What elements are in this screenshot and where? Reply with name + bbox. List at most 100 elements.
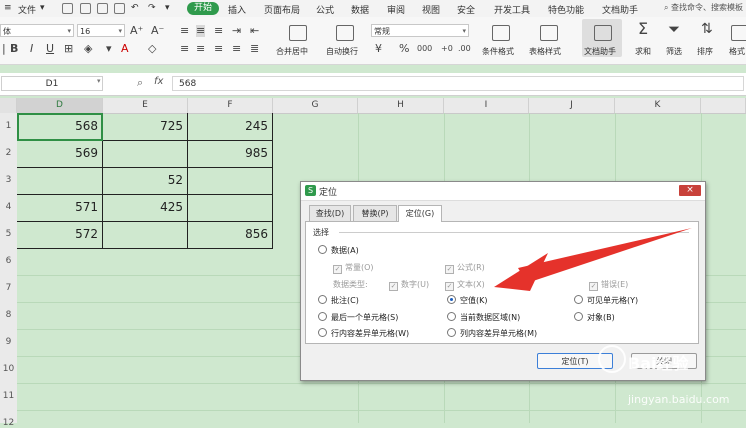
row-header-9[interactable]: 9 xyxy=(0,337,17,347)
print-icon[interactable] xyxy=(97,3,108,14)
column-header-i[interactable]: I xyxy=(444,98,529,113)
hamburger-icon[interactable]: ≡ xyxy=(4,3,12,13)
dialog-titlebar[interactable]: S 定位 × xyxy=(301,182,705,201)
tab-features[interactable]: 特色功能 xyxy=(548,3,584,16)
column-header-k[interactable]: K xyxy=(615,98,701,113)
merge-center-button[interactable]: 合并居中 xyxy=(276,46,308,57)
cell-d4[interactable]: 571 xyxy=(17,194,102,221)
column-header-d[interactable]: D xyxy=(17,98,103,113)
tab-insert[interactable]: 插入 xyxy=(228,3,246,16)
row-header-8[interactable]: 8 xyxy=(0,310,17,320)
italic-icon[interactable]: I xyxy=(30,43,33,55)
format-button[interactable]: 格式 xyxy=(729,46,745,57)
formula-input[interactable]: 568 xyxy=(172,76,744,91)
undo-icon[interactable]: ↶ xyxy=(131,3,139,13)
justify-icon[interactable]: ≡ xyxy=(232,43,241,55)
filter-button[interactable]: 筛选 xyxy=(666,46,682,57)
column-header-g[interactable]: G xyxy=(273,98,358,113)
font-name-combo[interactable]: 体 ▾ xyxy=(0,24,74,37)
name-box[interactable]: D1 xyxy=(1,76,103,91)
redo-icon[interactable]: ↷ xyxy=(148,3,156,13)
outdent-icon[interactable]: ⇤ xyxy=(250,25,259,37)
merge-center-icon[interactable] xyxy=(289,25,307,41)
sort-icon[interactable]: ⇅ xyxy=(701,22,713,36)
thousands-icon[interactable]: 000 xyxy=(417,43,432,55)
row-header-12[interactable]: 12 xyxy=(0,418,17,428)
increase-font-icon[interactable]: A⁺ xyxy=(130,25,143,37)
font-color-icon[interactable]: A xyxy=(121,43,129,55)
preview-icon[interactable] xyxy=(114,3,125,14)
font-size-combo[interactable]: 16 ▾ xyxy=(77,24,125,37)
percent-icon[interactable]: % xyxy=(399,43,409,55)
chevron-down-icon[interactable]: ▾ xyxy=(40,3,45,13)
tab-review[interactable]: 审阅 xyxy=(387,3,405,16)
row-header-5[interactable]: 5 xyxy=(0,229,17,239)
bold-icon[interactable]: B xyxy=(10,43,18,55)
option-visible-cells[interactable]: 可见单元格(Y) xyxy=(574,295,638,306)
number-format-combo[interactable]: 常规 ▾ xyxy=(371,24,469,37)
align-middle-icon[interactable]: ≡ xyxy=(196,25,206,37)
cell-e3[interactable]: 52 xyxy=(102,167,187,194)
table-style-icon[interactable] xyxy=(540,25,558,41)
cell-d1[interactable]: 568 xyxy=(17,113,102,140)
fill-color-icon[interactable]: ◈ xyxy=(84,43,92,55)
tab-find[interactable]: 查找(D) xyxy=(309,205,351,221)
cell-f5[interactable]: 856 xyxy=(187,221,272,248)
cell-d2[interactable]: 569 xyxy=(17,140,102,167)
option-blank[interactable]: 空值(K) xyxy=(447,295,488,306)
command-search[interactable]: ⌕ 查找命令、搜索模板 xyxy=(664,2,746,15)
cell-f2[interactable]: 985 xyxy=(187,140,272,167)
column-header-j[interactable]: J xyxy=(529,98,615,113)
wrap-text-icon[interactable] xyxy=(336,25,354,41)
row-header-1[interactable]: 1 xyxy=(0,121,17,131)
doc-helper-button[interactable]: 文档助手 xyxy=(582,19,622,57)
row-header-6[interactable]: 6 xyxy=(0,256,17,266)
close-button[interactable]: × xyxy=(679,185,701,196)
tab-goto[interactable]: 定位(G) xyxy=(398,205,442,222)
align-bottom-icon[interactable]: ≡ xyxy=(214,25,223,37)
format-icon[interactable] xyxy=(731,25,746,41)
tab-view[interactable]: 视图 xyxy=(422,3,440,16)
menu-file[interactable]: 文件 xyxy=(18,3,36,16)
zoom-icon[interactable]: ⌕ xyxy=(137,76,143,90)
tab-page-layout[interactable]: 页面布局 xyxy=(264,3,300,16)
column-header-e[interactable]: E xyxy=(103,98,188,113)
option-data[interactable]: 数据(A) xyxy=(318,245,359,256)
currency-icon[interactable]: ¥ xyxy=(375,43,382,55)
option-row-diff[interactable]: 行内容差异单元格(W) xyxy=(318,328,409,339)
row-header-4[interactable]: 4 xyxy=(0,202,17,212)
conditional-format-button[interactable]: 条件格式 xyxy=(482,46,514,57)
align-left-icon[interactable]: ≡ xyxy=(180,43,189,55)
underline-icon[interactable]: U xyxy=(46,43,54,55)
cell-e4[interactable]: 425 xyxy=(102,194,187,221)
row-header-3[interactable]: 3 xyxy=(0,175,17,185)
column-header-next[interactable] xyxy=(701,98,746,113)
decrease-font-icon[interactable]: A⁻ xyxy=(151,25,164,37)
option-last-cell[interactable]: 最后一个单元格(S) xyxy=(318,312,398,323)
tab-developer[interactable]: 开发工具 xyxy=(494,3,530,16)
sort-button[interactable]: 排序 xyxy=(697,46,713,57)
tab-data[interactable]: 数据 xyxy=(351,3,369,16)
column-header-f[interactable]: F xyxy=(188,98,273,113)
cell-e1[interactable]: 725 xyxy=(102,113,187,140)
row-header-11[interactable]: 11 xyxy=(0,391,17,401)
select-all-corner[interactable] xyxy=(0,98,17,113)
eraser-icon[interactable]: ◇ xyxy=(148,43,156,55)
sum-button[interactable]: 求和 xyxy=(635,46,651,57)
option-comment[interactable]: 批注(C) xyxy=(318,295,359,306)
increase-decimal-icon[interactable]: +0 xyxy=(441,43,453,55)
align-center-icon[interactable]: ≡ xyxy=(196,43,205,55)
conditional-format-icon[interactable] xyxy=(492,25,510,41)
decrease-decimal-icon[interactable]: .00 xyxy=(458,43,471,55)
wrap-text-button[interactable]: 自动换行 xyxy=(326,46,358,57)
option-object[interactable]: 对象(B) xyxy=(574,312,615,323)
save-icon[interactable] xyxy=(62,3,73,14)
strikethrough-icon[interactable]: | xyxy=(2,43,6,55)
tab-doc-helper[interactable]: 文档助手 xyxy=(602,3,638,16)
filter-icon[interactable]: ⏷ xyxy=(668,22,680,37)
more-fill-icon[interactable]: ▾ xyxy=(106,43,112,55)
column-header-h[interactable]: H xyxy=(358,98,444,113)
more-icon[interactable]: ▾ xyxy=(165,3,170,13)
row-header-2[interactable]: 2 xyxy=(0,148,17,158)
distribute-icon[interactable]: ≣ xyxy=(250,43,259,55)
